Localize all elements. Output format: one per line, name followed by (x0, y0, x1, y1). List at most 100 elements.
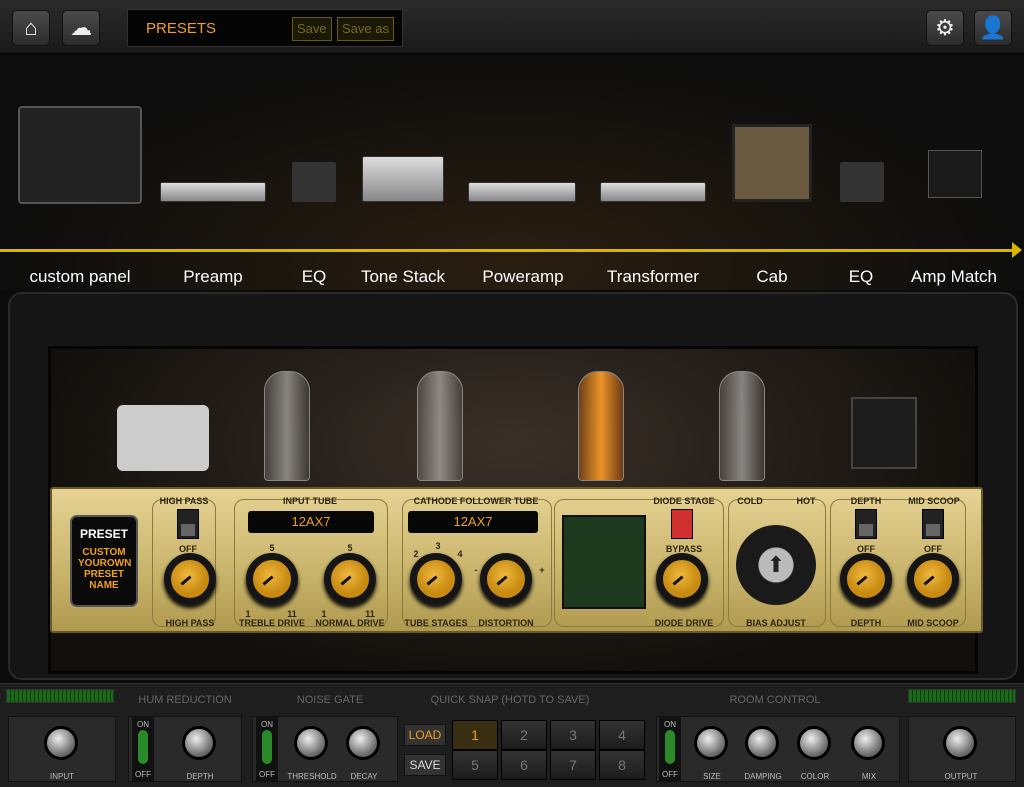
eq-module-2[interactable] (840, 162, 884, 202)
tube-graphic (264, 371, 310, 481)
distortion-knob[interactable] (480, 553, 532, 605)
knob-label: DIODE DRIVE (654, 618, 714, 628)
diode-circuit-board (562, 515, 646, 609)
home-icon[interactable]: ⌂ (12, 10, 50, 46)
snap-slot-5[interactable]: 5 (452, 750, 498, 780)
tube-graphic (417, 371, 463, 481)
high-pass-switch[interactable] (177, 509, 199, 539)
preamp-module[interactable] (160, 182, 266, 202)
bias-adjust-knob[interactable]: ⬆ (736, 525, 816, 605)
knob-label: COLOR (800, 772, 830, 781)
snap-slot-2[interactable]: 2 (501, 720, 547, 750)
snap-slot-7[interactable]: 7 (550, 750, 596, 780)
input-meter (6, 689, 114, 703)
chain-label[interactable]: Cab (756, 267, 787, 287)
knob-label: TUBE STAGES (404, 618, 468, 628)
cab-module[interactable] (732, 124, 812, 202)
chain-label[interactable]: EQ (302, 267, 327, 287)
section-label: HUM REDUCTION (138, 694, 232, 706)
gear-icon[interactable]: ⚙ (926, 10, 964, 46)
preset-label: PRESETS (146, 20, 217, 37)
snap-slot-3[interactable]: 3 (550, 720, 596, 750)
color-knob[interactable] (797, 726, 831, 760)
decay-knob[interactable] (346, 726, 380, 760)
size-knob[interactable] (694, 726, 728, 760)
eq-module[interactable] (292, 162, 336, 202)
on-label: ON (137, 720, 149, 729)
scale-label: 5 (347, 543, 353, 553)
output-transformer-graphic (851, 397, 917, 469)
threshold-knob[interactable] (294, 726, 328, 760)
hum-depth-knob[interactable] (182, 726, 216, 760)
mid-scoop-switch[interactable] (922, 509, 944, 539)
bias-cold-label: COLD (737, 496, 763, 506)
bottom-controls: HUM REDUCTION NOISE GATE QUICK SNAP (HOT… (0, 683, 1024, 787)
chain-label[interactable]: custom panel (29, 267, 130, 287)
output-meter (908, 689, 1016, 703)
section-title: HIGH PASS (159, 496, 209, 506)
tone-stack-module[interactable] (362, 156, 444, 202)
amp-control-panel: PRESET CUSTOM YOUROWN PRESET NAME HIGH P… (50, 487, 983, 633)
snap-slot-1[interactable]: 1 (452, 720, 498, 750)
snap-slot-6[interactable]: 6 (501, 750, 547, 780)
amp-match-module[interactable] (928, 150, 982, 198)
preset-plate: PRESET CUSTOM YOUROWN PRESET NAME (70, 515, 138, 607)
section-title: DIODE STAGE (653, 496, 715, 506)
chain-arrow-icon (1012, 242, 1022, 258)
high-pass-knob[interactable] (164, 553, 216, 605)
knob-label: DAMPING (744, 772, 782, 781)
input-knob[interactable] (44, 726, 78, 760)
tube-stages-knob[interactable] (410, 553, 462, 605)
scale-label: 5 (269, 543, 275, 553)
damping-knob[interactable] (745, 726, 779, 760)
chain-label[interactable]: EQ (849, 267, 874, 287)
user-icon[interactable]: 👤 (974, 10, 1012, 46)
normal-drive-knob[interactable] (324, 553, 376, 605)
preset-title: PRESET (79, 527, 128, 541)
knob-label: NORMAL DRIVE (315, 618, 385, 628)
knob-label: DEPTH (850, 618, 882, 628)
snap-slot-8[interactable]: 8 (599, 750, 645, 780)
signal-chain: custom panel Preamp EQ Tone Stack Powera… (0, 54, 1024, 290)
chain-label[interactable]: Tone Stack (361, 267, 445, 287)
preset-selector[interactable]: PRESETS Save Save as (127, 9, 403, 47)
section-title: CATHODE FOLLOWER TUBE (413, 496, 539, 506)
chain-label[interactable]: Poweramp (482, 267, 563, 287)
input-tube-selector[interactable]: 12AX7 (248, 511, 374, 533)
knob-label: TREBLE DRIVE (238, 618, 306, 628)
depth-switch[interactable] (855, 509, 877, 539)
cathode-tube-selector[interactable]: 12AX7 (408, 511, 538, 533)
on-label: ON (261, 720, 273, 729)
scale-label: 4 (457, 549, 463, 559)
chain-label[interactable]: Transformer (607, 267, 699, 287)
diode-bypass-switch[interactable] (671, 509, 693, 539)
depth-knob[interactable] (840, 553, 892, 605)
preset-name: CUSTOM YOUROWN PRESET NAME (78, 547, 132, 591)
mix-knob[interactable] (851, 726, 885, 760)
save-as-button[interactable]: Save as (337, 17, 394, 41)
knob-label: DECAY (350, 772, 378, 781)
chain-label[interactable]: Amp Match (911, 267, 997, 287)
custom-panel-module[interactable] (18, 106, 142, 204)
chain-label[interactable]: Preamp (183, 267, 243, 287)
knob-label: HIGH PASS (165, 618, 215, 628)
knob-label: MID SCOOP (907, 618, 959, 628)
off-label: OFF (259, 770, 275, 779)
section-title: MID SCOOP (908, 496, 960, 506)
tube-graphic (719, 371, 765, 481)
cloud-icon[interactable]: ☁ (62, 10, 100, 46)
poweramp-module[interactable] (468, 182, 576, 202)
output-knob[interactable] (943, 726, 977, 760)
scale-label: 2 (413, 549, 419, 559)
snap-slot-4[interactable]: 4 (599, 720, 645, 750)
diode-drive-knob[interactable] (656, 553, 708, 605)
save-button[interactable]: Save (292, 17, 332, 41)
transformer-graphic (117, 405, 209, 471)
treble-drive-knob[interactable] (246, 553, 298, 605)
off-label: OFF (135, 770, 151, 779)
load-button[interactable]: LOAD (404, 724, 446, 746)
knob-label: OUTPUT (944, 772, 978, 781)
save-snap-button[interactable]: SAVE (404, 754, 446, 776)
transformer-module[interactable] (600, 182, 706, 202)
mid-scoop-knob[interactable] (907, 553, 959, 605)
